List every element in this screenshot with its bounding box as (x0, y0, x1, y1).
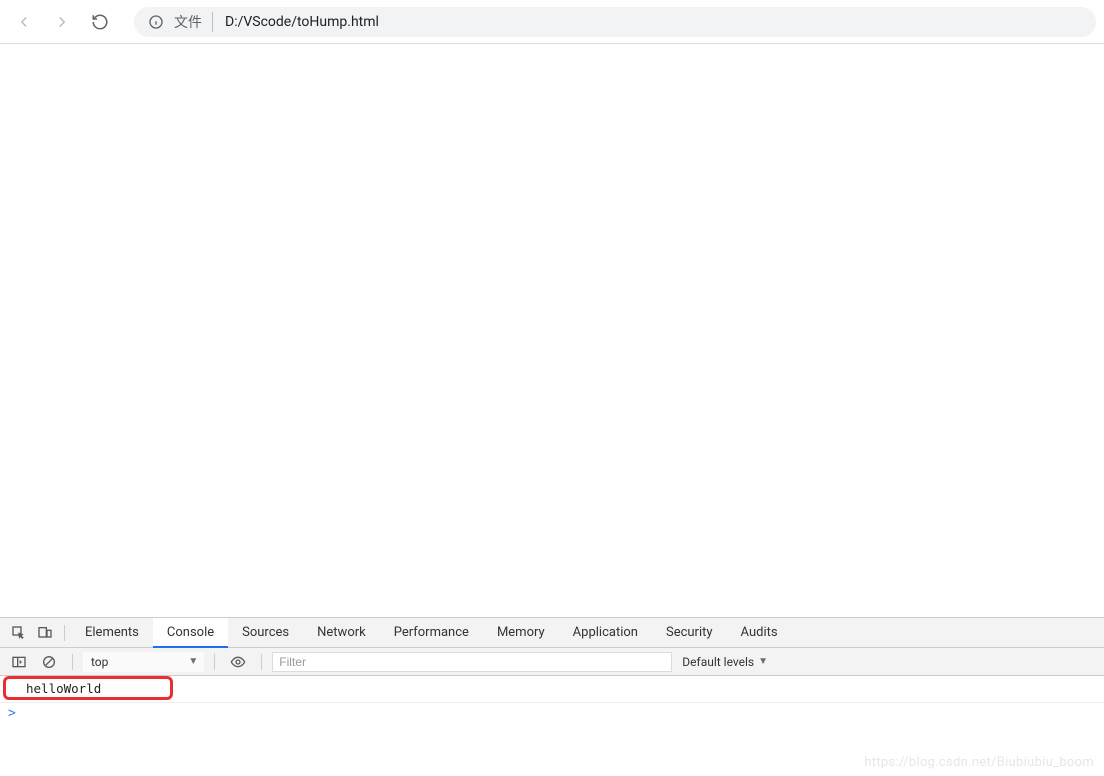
device-toolbar-button[interactable] (32, 620, 58, 646)
info-icon (148, 14, 164, 30)
chevron-down-icon: ▼ (188, 656, 198, 667)
live-expression-button[interactable] (225, 649, 251, 675)
context-selector[interactable]: top ▼ (83, 652, 204, 672)
tab-audits[interactable]: Audits (727, 618, 792, 648)
console-sidebar-toggle[interactable] (6, 649, 32, 675)
address-path: D:/VScode/toHump.html (225, 14, 379, 30)
tab-sources[interactable]: Sources (228, 618, 303, 648)
divider (64, 625, 65, 641)
console-output: helloWorld > (0, 676, 1104, 776)
devtools-panel: Elements Console Sources Network Perform… (0, 617, 1104, 776)
tab-application[interactable]: Application (559, 618, 652, 648)
tab-console[interactable]: Console (153, 618, 228, 648)
browser-toolbar: 文件 D:/VScode/toHump.html (0, 0, 1104, 44)
device-icon (37, 625, 53, 641)
divider (261, 654, 262, 670)
tab-network[interactable]: Network (303, 618, 380, 648)
console-prompt[interactable]: > (0, 703, 1104, 724)
levels-label: Default levels (682, 655, 754, 669)
clear-console-button[interactable] (36, 649, 62, 675)
filter-input[interactable] (272, 652, 672, 672)
address-bar[interactable]: 文件 D:/VScode/toHump.html (134, 7, 1096, 37)
tab-elements[interactable]: Elements (71, 618, 153, 648)
sidebar-icon (11, 654, 27, 670)
reload-button[interactable] (84, 6, 116, 38)
back-button[interactable] (8, 6, 40, 38)
clear-icon (41, 654, 57, 670)
divider (72, 654, 73, 670)
forward-button[interactable] (46, 6, 78, 38)
tab-security[interactable]: Security (652, 618, 727, 648)
context-label: top (91, 655, 108, 669)
page-viewport (0, 44, 1104, 617)
tab-memory[interactable]: Memory (483, 618, 559, 648)
tab-performance[interactable]: Performance (380, 618, 483, 648)
devtools-tab-bar: Elements Console Sources Network Perform… (0, 618, 1104, 648)
eye-icon (230, 654, 246, 670)
log-levels-selector[interactable]: Default levels ▼ (682, 655, 768, 669)
address-scheme-label: 文件 (174, 12, 213, 32)
divider (214, 654, 215, 670)
console-log-line[interactable]: helloWorld (0, 676, 1104, 703)
inspect-icon (11, 625, 27, 641)
inspect-element-button[interactable] (6, 620, 32, 646)
arrow-left-icon (15, 13, 33, 31)
arrow-right-icon (53, 13, 71, 31)
chevron-down-icon: ▼ (758, 656, 768, 667)
console-toolbar: top ▼ Default levels ▼ (0, 648, 1104, 676)
reload-icon (91, 13, 109, 31)
